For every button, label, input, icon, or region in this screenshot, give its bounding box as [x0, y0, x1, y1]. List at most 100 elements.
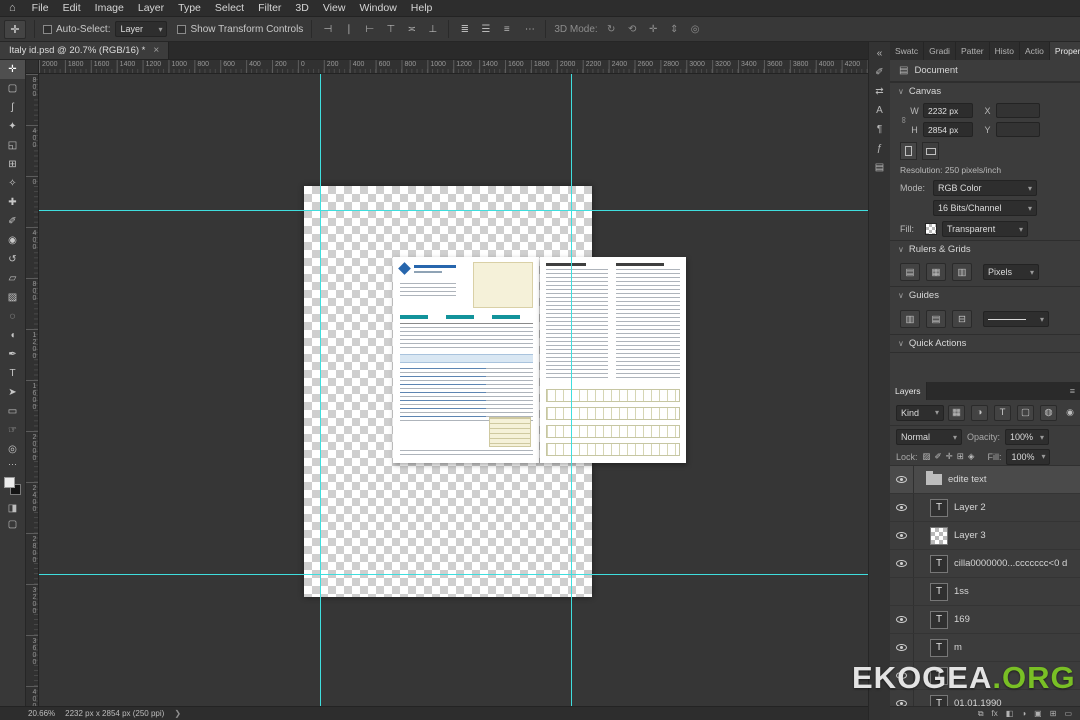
visibility-toggle[interactable]	[890, 522, 914, 549]
3d-scale-icon[interactable]: ◎	[688, 22, 703, 37]
layer-effects-icon[interactable]: fx	[992, 709, 998, 718]
cilla0000000...ccccccc<0 d[interactable]: cilla0000000...ccccccc<0 d	[890, 550, 1080, 578]
lock-position-icon[interactable]: ✛	[946, 451, 953, 462]
169[interactable]: 169	[890, 606, 1080, 634]
visibility-toggle[interactable]	[890, 494, 914, 521]
section-canvas[interactable]: ∨ Canvas	[890, 82, 1080, 100]
visibility-toggle[interactable]	[890, 606, 914, 633]
layer-thumbnail[interactable]	[930, 694, 948, 706]
filter-toggle-icon[interactable]: ◉	[1066, 407, 1074, 418]
paragraph-panel-icon[interactable]: ¶	[869, 120, 890, 139]
align-top-edges-icon[interactable]: ⊤	[383, 22, 398, 37]
align-bottom-edges-icon[interactable]: ⊥	[425, 22, 440, 37]
brush-settings-panel-icon[interactable]: ✐	[869, 63, 890, 82]
3d-roll-icon[interactable]: ⟲	[625, 22, 640, 37]
section-quick-actions[interactable]: ∨ Quick Actions	[890, 334, 1080, 352]
3d-orbit-icon[interactable]: ↻	[604, 22, 619, 37]
hand-tool[interactable]: ☞	[0, 421, 25, 440]
layer-group-icon[interactable]: ▣	[1034, 709, 1042, 718]
horizontal-guide[interactable]	[39, 574, 868, 575]
dodge-tool[interactable]: ◖	[0, 326, 25, 345]
vertical-guide[interactable]	[571, 74, 572, 706]
filter-type-layers-icon[interactable]: T	[994, 404, 1011, 421]
ruler-corner[interactable]	[26, 60, 39, 74]
color-mode-dropdown[interactable]: RGB Color ▾	[933, 180, 1037, 196]
toggle-snap-icon[interactable]: ▥	[952, 263, 972, 281]
libraries-panel-icon[interactable]: ▤	[869, 158, 890, 177]
glyphs-panel-icon[interactable]: ƒ	[869, 139, 890, 158]
bit-depth-dropdown[interactable]: 16 Bits/Channel ▾	[933, 200, 1037, 216]
toggle-rulers-icon[interactable]: ▤	[900, 263, 920, 281]
menu-item[interactable]: Type	[171, 2, 208, 14]
delete-layer-icon[interactable]: ▭	[1064, 709, 1072, 718]
menu-item[interactable]: Select	[208, 2, 251, 14]
character-panel-icon[interactable]: A	[869, 101, 890, 120]
layer-fill-dropdown[interactable]: 100% ▾	[1006, 448, 1051, 465]
y-field[interactable]	[996, 122, 1040, 137]
filter-adjustment-layers-icon[interactable]: ◑	[971, 404, 988, 421]
m[interactable]: m	[890, 634, 1080, 662]
visibility-toggle[interactable]	[890, 466, 914, 493]
rectangular-marquee-tool[interactable]: ▢	[0, 79, 25, 98]
collapse-panels-icon[interactable]: «	[869, 44, 890, 63]
path-selection-tool[interactable]: ➤	[0, 383, 25, 402]
tab-actions[interactable]: Actio	[1020, 42, 1050, 60]
height-field[interactable]: 2854 px	[923, 122, 973, 137]
move-tool[interactable]: ✛	[0, 60, 25, 79]
frame-tool[interactable]: ⊞	[0, 155, 25, 174]
width-field[interactable]: 2232 px	[923, 103, 973, 118]
edite text[interactable]: edite text	[890, 466, 1080, 494]
menu-item[interactable]: Window	[352, 2, 403, 14]
healing-brush-tool[interactable]: ✚	[0, 193, 25, 212]
section-rulers-grids[interactable]: ∨ Rulers & Grids	[890, 240, 1080, 258]
align-vertical-centers-icon[interactable]: ≍	[404, 22, 419, 37]
layer-thumbnail[interactable]	[926, 471, 942, 485]
auto-select-checkbox[interactable]: Auto-Select:	[43, 24, 110, 35]
link-layers-icon[interactable]: ⧉	[978, 709, 984, 719]
panel-menu-icon[interactable]: ≡	[1065, 382, 1080, 400]
pen-tool[interactable]: ✒	[0, 345, 25, 364]
clone-source-panel-icon[interactable]: ⇄	[869, 82, 890, 101]
tab-patterns[interactable]: Patter	[955, 42, 990, 60]
screen-mode-icon[interactable]: ▢	[8, 516, 17, 532]
history-brush-tool[interactable]: ↺	[0, 250, 25, 269]
layer-thumbnail[interactable]	[930, 498, 948, 517]
filter-pixel-layers-icon[interactable]: ▦	[948, 404, 965, 421]
canvas-viewport[interactable]	[39, 74, 868, 706]
portrait-orientation-button[interactable]	[900, 142, 917, 160]
blur-tool[interactable]: ◌	[0, 307, 25, 326]
menu-item[interactable]: Help	[404, 2, 440, 14]
home-icon[interactable]: ⌂	[0, 2, 25, 14]
new-layer-icon[interactable]: ⊞	[1050, 709, 1057, 718]
type-tool[interactable]: T	[0, 364, 25, 383]
status-menu-icon[interactable]: ❯	[174, 709, 181, 718]
opacity-dropdown[interactable]: 100% ▾	[1005, 429, 1050, 445]
visibility-toggle[interactable]	[890, 550, 914, 577]
guide-columns-icon[interactable]: ▤	[926, 310, 946, 328]
blend-mode-dropdown[interactable]: Normal ▾	[896, 429, 962, 445]
units-dropdown[interactable]: Pixels ▾	[983, 264, 1039, 280]
distribute-spacing-icon[interactable]: ≡	[499, 22, 514, 37]
filter-kind-dropdown[interactable]: Kind ▾	[896, 404, 944, 421]
menu-item[interactable]: Image	[88, 2, 131, 14]
section-guides[interactable]: ∨ Guides	[890, 286, 1080, 304]
zoom-tool[interactable]: ◎	[0, 440, 25, 459]
crop-tool[interactable]: ◱	[0, 136, 25, 155]
lasso-tool[interactable]: ʃ	[0, 98, 25, 117]
distribute-vertical-icon[interactable]: ☰	[478, 22, 493, 37]
rectangle-tool[interactable]: ▭	[0, 402, 25, 421]
document-tab[interactable]: Italy id.psd @ 20.7% (RGB/16) * ×	[0, 42, 170, 59]
vertical-guide[interactable]	[320, 74, 321, 706]
layer-thumbnail[interactable]	[930, 638, 948, 657]
clone-stamp-tool[interactable]: ◉	[0, 231, 25, 250]
foreground-color-swatch[interactable]	[4, 477, 15, 488]
distribute-horizontal-icon[interactable]: ≣	[457, 22, 472, 37]
layer-mask-icon[interactable]: ◧	[1006, 709, 1014, 718]
adjustment-layer-icon[interactable]: ◑	[1021, 709, 1026, 718]
current-tool-icon[interactable]: ✛	[4, 19, 26, 39]
tab-gradients[interactable]: Gradi	[924, 42, 956, 60]
horizontal-ruler[interactable]: 2000 1800 1600 1400 1200 1000 800 600 400 200 0 200…	[39, 60, 868, 74]
lock-all-icon[interactable]: ◈	[968, 451, 975, 462]
menu-item[interactable]: View	[316, 2, 353, 14]
quick-mask-icon[interactable]: ◨	[8, 500, 17, 516]
